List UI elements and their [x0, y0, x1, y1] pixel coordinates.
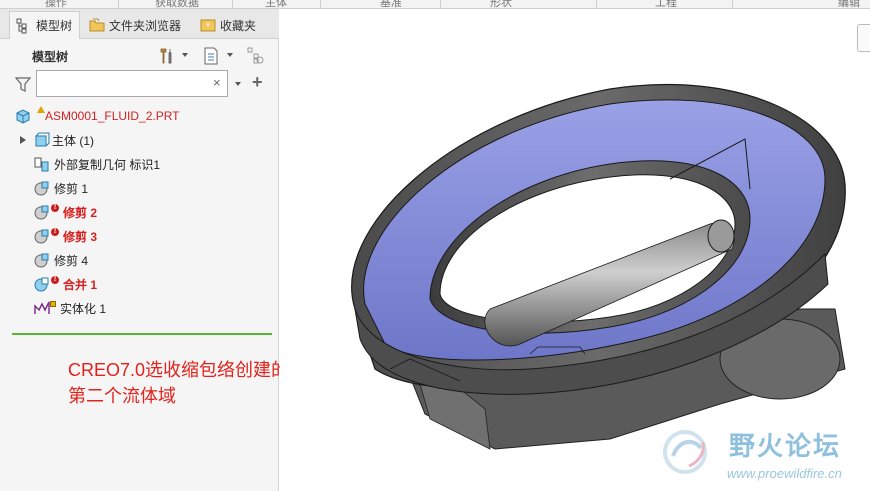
tree-node-label: 修剪 4 — [54, 253, 89, 268]
tree-filter-icon — [247, 47, 264, 64]
tree-node-trim-4[interactable]: 修剪 4 — [34, 250, 304, 270]
tree-node-copy-geometry[interactable]: 外部复制几何 标识1 — [34, 154, 304, 174]
tab-label: 收藏夹 — [220, 18, 257, 33]
watermark-logo-icon — [663, 430, 707, 474]
model-render[interactable] — [280, 9, 870, 491]
trim-icon — [34, 180, 50, 196]
error-icon: ! — [51, 204, 59, 212]
part-icon — [15, 108, 31, 124]
tab-favorites[interactable]: * 收藏夹 — [194, 11, 266, 39]
tab-folder-browser[interactable]: 文件夹浏览器 — [83, 11, 191, 39]
tab-label: 文件夹浏览器 — [109, 18, 182, 33]
ribbon-strip: 操作 获取数据 主体 基准 形状 工程 编辑 — [0, 0, 870, 9]
list-columns-icon — [203, 47, 219, 65]
folder-browser-icon — [89, 17, 105, 33]
ribbon-separator — [118, 0, 119, 9]
merge-icon — [34, 276, 50, 292]
tree-node-trim-1[interactable]: 修剪 1 — [34, 178, 304, 198]
chevron-down-icon — [227, 53, 233, 57]
ribbon-group-engineering[interactable]: 工程 — [655, 0, 677, 8]
ribbon-separator — [440, 0, 441, 9]
tree-node-solidify-1[interactable]: 实体化 1 — [34, 298, 304, 318]
funnel-icon[interactable] — [14, 77, 32, 93]
tree-filter-button[interactable] — [247, 44, 264, 66]
graphics-viewport[interactable] — [280, 9, 870, 491]
ribbon-separator — [732, 0, 733, 9]
solidify-icon — [34, 300, 50, 316]
trim-icon — [34, 204, 50, 220]
tree-node-label: 合并 1 — [63, 277, 98, 292]
ribbon-separator — [596, 0, 597, 9]
tree-node-label: 修剪 2 — [63, 205, 98, 220]
tab-label: 模型树 — [36, 19, 73, 33]
tree-node-trim-2[interactable]: ! 修剪 2 — [34, 202, 304, 222]
warning-icon — [37, 106, 45, 113]
expand-arrow-icon[interactable] — [20, 136, 26, 144]
search-row: × + — [0, 69, 279, 99]
tree-node-label: 主体 (1) — [52, 133, 95, 148]
error-icon: ! — [51, 276, 59, 284]
tree-node-body[interactable]: 主体 (1) — [20, 130, 290, 150]
ribbon-group-body[interactable]: 主体 — [265, 0, 287, 8]
error-icon: ! — [51, 228, 59, 236]
favorites-icon: * — [200, 17, 216, 33]
forum-watermark: 野火论坛 www.proewildfire.cn — [655, 420, 870, 491]
ribbon-group-shapes[interactable]: 形状 — [490, 0, 512, 8]
view-toggle-button[interactable] — [857, 24, 870, 52]
ribbon-separator — [232, 0, 233, 9]
tree-node-label: ASM0001_FLUID_2.PRT — [45, 109, 180, 123]
add-icon[interactable]: + — [252, 72, 263, 93]
body-icon — [34, 132, 50, 148]
tab-model-tree[interactable]: 模型树 — [9, 11, 80, 39]
tree-node-merge-1[interactable]: ! 合并 1 — [34, 274, 304, 294]
search-input[interactable] — [36, 70, 228, 97]
model-tree-panel: 模型树 文件夹浏览器 * 收藏夹 模型树 × + ASM0001_FLUID_2… — [0, 9, 289, 491]
tools-icon — [158, 47, 174, 64]
panel-tabs: 模型树 文件夹浏览器 * 收藏夹 — [0, 9, 279, 39]
model-tree-icon — [16, 18, 32, 34]
search-dropdown-icon[interactable] — [235, 82, 241, 86]
copy-geometry-icon — [34, 156, 50, 172]
ribbon-group-edit[interactable]: 编辑 — [838, 0, 860, 8]
svg-text:*: * — [206, 22, 211, 32]
ribbon-group-datum[interactable]: 基准 — [380, 0, 402, 8]
insert-indicator[interactable] — [12, 333, 272, 335]
watermark-url: www.proewildfire.cn — [727, 466, 842, 481]
tree-node-label: 修剪 3 — [63, 229, 98, 244]
settings-menu-button[interactable] — [158, 44, 188, 66]
trim-icon — [34, 252, 50, 268]
ribbon-separator — [320, 0, 321, 9]
ribbon-group-get-data[interactable]: 获取数据 — [155, 0, 199, 8]
chevron-down-icon — [182, 53, 188, 57]
tree-root-node[interactable]: ASM0001_FLUID_2.PRT — [15, 106, 285, 126]
warning-icon — [50, 301, 56, 307]
tree-node-label: 实体化 1 — [60, 301, 107, 316]
clear-icon[interactable]: × — [213, 75, 221, 90]
show-menu-button[interactable] — [203, 44, 233, 66]
tree-node-label: 外部复制几何 标识1 — [54, 157, 161, 172]
trim-icon — [34, 228, 50, 244]
tree-title: 模型树 — [32, 50, 69, 64]
ribbon-group-operations[interactable]: 操作 — [45, 0, 67, 8]
tree-node-label: 修剪 1 — [54, 181, 89, 196]
tree-node-trim-3[interactable]: ! 修剪 3 — [34, 226, 304, 246]
watermark-title: 野火论坛 — [729, 431, 842, 461]
tree-header: 模型树 — [0, 41, 279, 69]
